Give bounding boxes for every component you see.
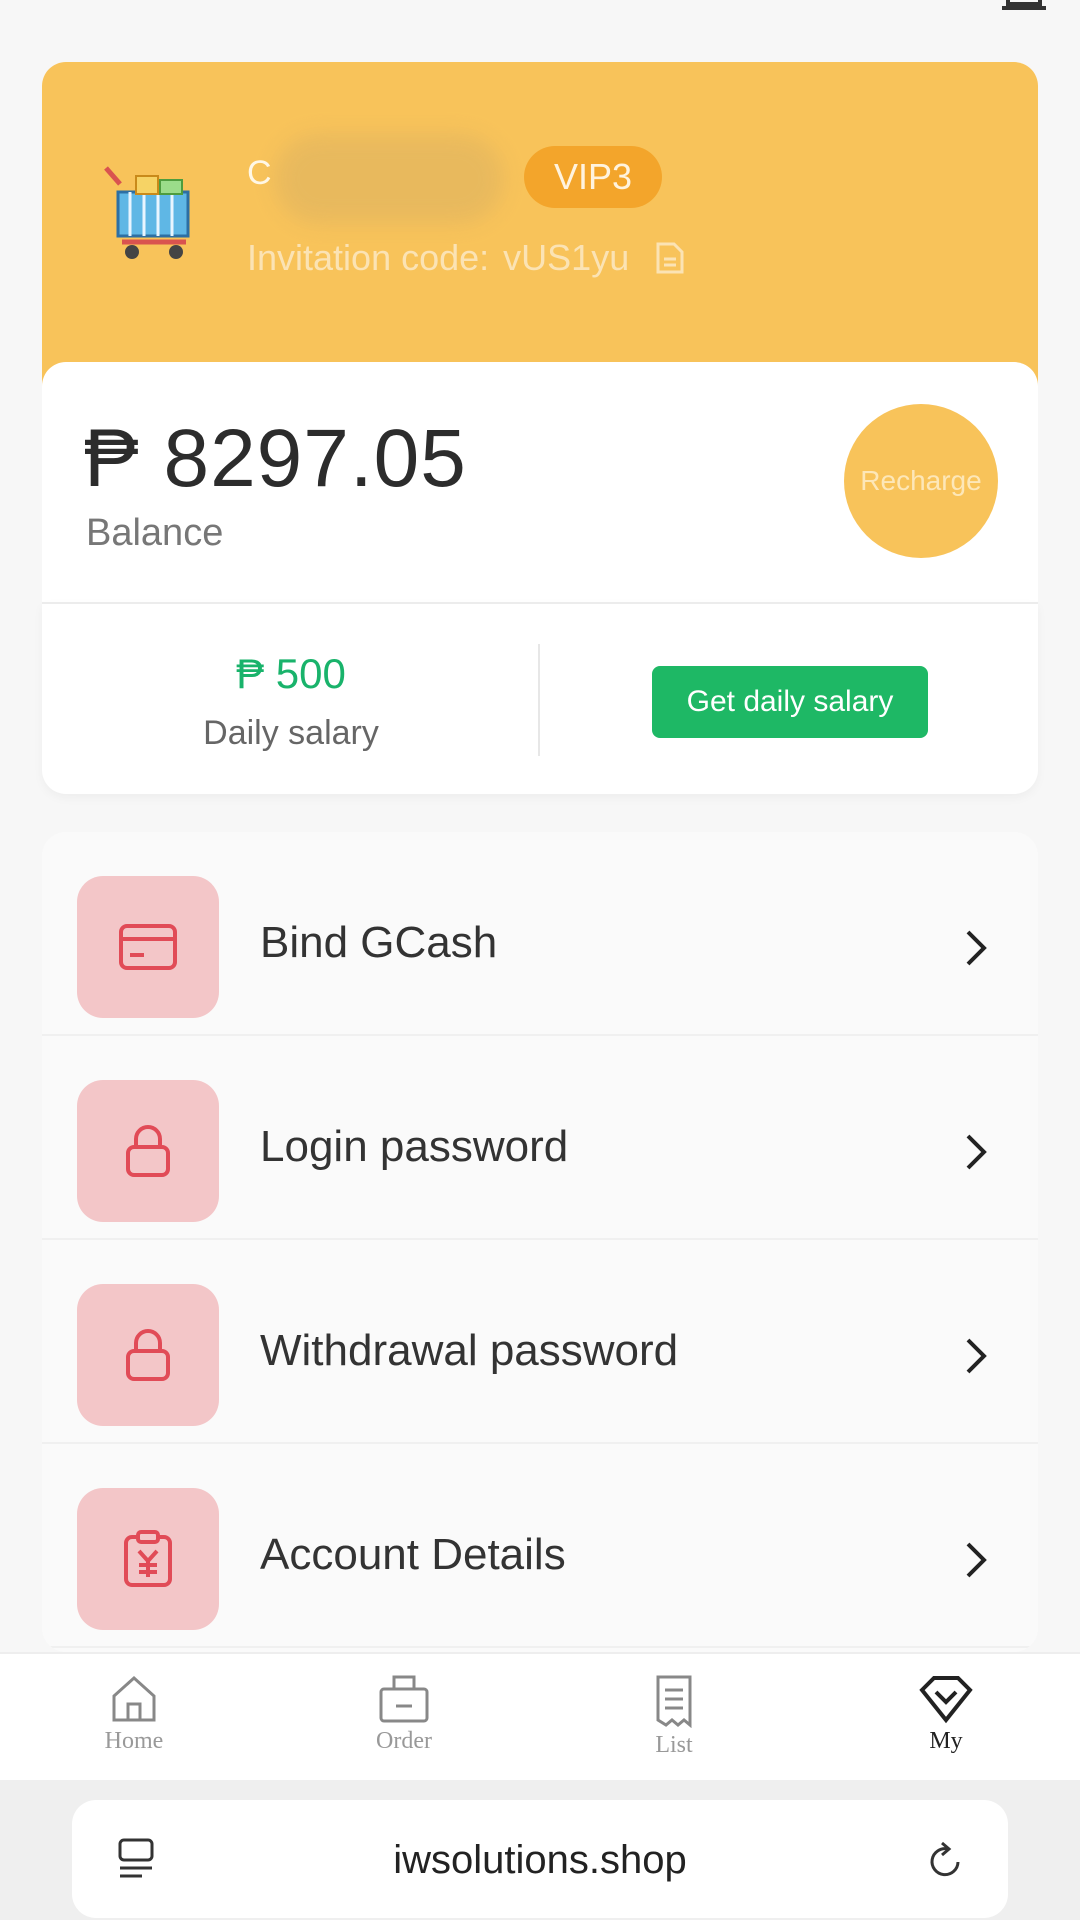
divider [538,644,540,756]
name-blur [274,134,504,224]
tab-my[interactable]: My [886,1674,1006,1755]
menu-icon-box [77,876,219,1018]
salary-amount: ₱ 500 [236,650,346,697]
reload-icon[interactable] [924,1838,968,1882]
menu-icon-box [77,1488,219,1630]
address-bar[interactable]: iwsolutions.shop [72,1800,1008,1918]
browser-bar: iwsolutions.shop [0,1780,1080,1920]
menu-list: Bind GCash Login password Withdrawal pas… [42,832,1038,1652]
invitation-label: Invitation code: [247,237,490,278]
url-text: iwsolutions.shop [393,1838,687,1882]
yuan-clipboard-icon [124,1530,172,1587]
copy-icon[interactable] [655,241,685,275]
tab-label: Home [104,1728,164,1754]
card-icon [119,924,177,970]
user-name: C [247,154,272,192]
chevron-right-icon [966,1338,987,1374]
vip-badge: VIP3 [524,146,663,208]
tab-order[interactable]: Order [344,1674,464,1755]
chevron-right-icon [966,1134,987,1170]
menu-item-withdrawal-password[interactable]: Withdrawal password [42,1240,1038,1444]
bell-icon[interactable] [994,0,1054,18]
chevron-right-icon [966,1542,987,1578]
page: C VIP3 Invitation code: vUS1yu ₱ 8297.05… [0,0,1080,1920]
menu-item-label: Withdrawal password [260,1326,679,1375]
menu-item-label: Bind GCash [260,918,498,967]
bottom-tab-bar: Home Order List My [0,1652,1080,1780]
shopping-cart-icon [104,166,190,259]
diamond-icon [919,1676,973,1724]
chevron-right-icon [966,930,987,966]
salary-card: ₱ 500 Daily salary Get daily salary [42,602,1038,794]
invitation-row: Invitation code: vUS1yu [247,237,685,279]
balance-card: ₱ 8297.05 Balance Recharge [42,362,1038,602]
get-daily-salary-button[interactable]: Get daily salary [652,666,928,738]
tab-label: List [655,1732,693,1758]
menu-icon-box [77,1080,219,1222]
lock-icon [126,1125,170,1177]
balance-label: Balance [86,512,224,554]
recharge-button[interactable]: Recharge [844,404,998,558]
menu-item-label: Account Details [260,1530,566,1579]
home-icon [112,1675,156,1722]
lock-icon [126,1329,170,1381]
menu-item-label: Login password [260,1122,569,1171]
tab-home[interactable]: Home [74,1674,194,1755]
salary-info: ₱ 500 Daily salary [42,604,540,796]
invitation-code: vUS1yu [503,237,630,278]
receipt-icon [656,1675,692,1728]
balance-amount: ₱ 8297.05 [84,413,467,504]
tab-label: Order [376,1728,432,1754]
menu-item-bind-gcash[interactable]: Bind GCash [42,832,1038,1036]
salary-label: Daily salary [203,714,379,752]
menu-icon-box [77,1284,219,1426]
menu-item-account-details[interactable]: Account Details [42,1444,1038,1648]
tab-label: My [929,1728,963,1754]
tab-list[interactable]: List [614,1674,734,1759]
bag-icon [379,1675,429,1723]
menu-item-login-password[interactable]: Login password [42,1036,1038,1240]
